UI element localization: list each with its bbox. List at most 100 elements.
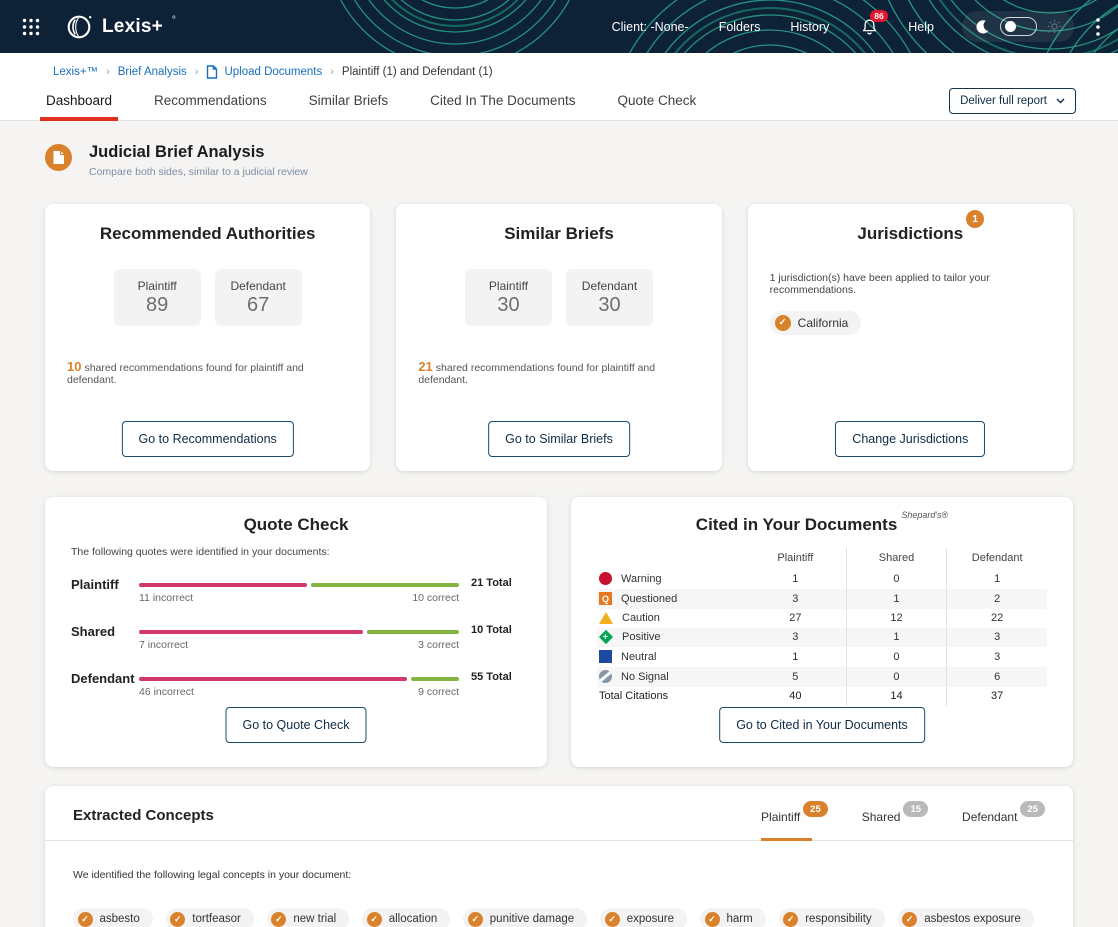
client-selector[interactable]: Client: -None- [612,20,689,34]
citations-value: 1 [745,569,846,589]
concepts-tab-count-badge: 25 [1020,801,1045,817]
document-icon [206,65,218,79]
cited-in-documents-card: Cited in Your Documents Shepard's® Plain… [571,497,1073,767]
quote-bar [139,630,459,634]
correct-count-label: 10 correct [412,592,459,604]
citations-row-no-signal: No Signal506 [597,667,1047,687]
incorrect-count-label: 11 incorrect [139,592,193,604]
citations-row-label: +Positive [597,628,745,647]
citations-row-label: Neutral [597,647,745,667]
concept-chip-asbestos-exposure[interactable]: ✓asbestos exposure [898,908,1034,927]
concepts-tab-defendant[interactable]: Defendant25 [962,792,1045,840]
breadcrumb-item-upload-documents[interactable]: Upload Documents [206,65,322,79]
tab-cited-in-the-documents[interactable]: Cited In The Documents [430,81,575,120]
citations-value: 1 [846,589,947,609]
check-icon: ✓ [170,912,185,927]
similar-briefs-card: Similar Briefs Plaintiff30Defendant30 21… [396,204,721,471]
deliver-full-report-button[interactable]: Deliver full report [949,88,1076,114]
concept-chip-label: allocation [389,913,438,925]
citations-value: 3 [946,628,1047,647]
breadcrumb-label: Lexis+™ [53,66,98,78]
concepts-tab-plaintiff[interactable]: Plaintiff25 [761,792,828,840]
folders-link[interactable]: Folders [719,20,761,34]
citations-row-label: No Signal [597,667,745,687]
concepts-tab-shared[interactable]: Shared15 [862,792,928,840]
notification-count-badge: 86 [870,10,887,23]
correct-count-label: 3 correct [418,639,459,651]
citations-header-defendant: Defendant [946,548,1047,569]
tab-dashboard[interactable]: Dashboard [46,81,112,120]
extracted-concepts-header: Extracted Concepts Plaintiff25Shared15De… [45,786,1073,841]
warning-icon [599,572,612,585]
concepts-tab-count-badge: 15 [903,801,928,817]
citations-value: 22 [946,609,1047,628]
theme-toggle[interactable] [1000,17,1037,36]
breadcrumb: Lexis+™›Brief Analysis›Upload Documents›… [0,53,1118,81]
citation-type-label: Caution [622,612,660,624]
breadcrumb-separator: › [106,66,110,78]
concept-chip-harm[interactable]: ✓harm [700,908,766,927]
concepts-tab-label: Plaintiff [761,810,800,824]
citations-row-questioned: QQuestioned312 [597,589,1047,609]
concepts-tab-label: Shared [862,810,901,824]
shared-text: shared recommendations found for plainti… [67,362,304,386]
tile-label: Plaintiff [114,279,201,293]
citation-type-label: Warning [621,573,662,585]
logo-text: Lexis+ [102,16,163,38]
history-link[interactable]: History [790,20,829,34]
citations-value: 27 [745,609,846,628]
go-to-quote-check-button[interactable]: Go to Quote Check [225,707,366,743]
concept-chip-new-trial[interactable]: ✓new trial [267,908,349,927]
judicial-brief-icon [45,144,72,171]
incorrect-bar-segment [139,677,407,681]
quote-row-shared: Shared7 incorrect3 correct10 Total [71,624,521,651]
sun-icon [1047,19,1062,34]
count-tile-defendant: Defendant67 [215,269,302,326]
breadcrumb-item-lexis[interactable]: Lexis+™ [53,66,98,78]
concept-chip-asbesto[interactable]: ✓asbesto [73,908,153,927]
tile-label: Defendant [566,279,653,293]
tab-recommendations[interactable]: Recommendations [154,81,267,120]
citations-total-value: 37 [946,687,1047,706]
card-title: Jurisdictions 1 [857,224,963,244]
check-icon: ✓ [271,912,286,927]
concepts-tab-label: Defendant [962,810,1017,824]
check-icon: ✓ [705,912,720,927]
more-options-kebab-icon[interactable] [1096,18,1100,36]
tab-bar-tabs: Dashboard Recommendations Similar Briefs Ci… [46,81,738,120]
citations-row-label: Caution [597,609,745,628]
go-to-cited-in-documents-button[interactable]: Go to Cited in Your Documents [719,707,925,743]
help-link[interactable]: Help [908,20,934,34]
theme-toggle-group [962,11,1074,42]
notifications-button[interactable]: 86 [861,18,878,36]
registered-mark-icon: ° [172,15,176,26]
tab-similar-briefs[interactable]: Similar Briefs [309,81,389,120]
go-to-recommendations-button[interactable]: Go to Recommendations [122,421,294,457]
concept-chip-punitive-damage[interactable]: ✓punitive damage [463,908,587,927]
citations-header-row: PlaintiffSharedDefendant [597,548,1047,569]
citations-header-plaintiff: Plaintiff [745,548,846,569]
app-grid-icon[interactable] [22,18,40,36]
jurisdictions-description: 1 jurisdiction(s) have been applied to t… [770,272,1051,296]
concept-chip-label: exposure [627,913,674,925]
breadcrumb-label: Plaintiff (1) and Defendant (1) [342,66,493,78]
concept-chip-responsibility[interactable]: ✓responsibility [779,908,885,927]
neutral-icon [599,650,612,663]
breadcrumb-item-brief-analysis[interactable]: Brief Analysis [118,66,187,78]
lexis-plus-logo[interactable]: Lexis+ ° [66,13,176,40]
concept-chip-exposure[interactable]: ✓exposure [600,908,687,927]
citations-value: 1 [946,569,1047,589]
concept-chip-label: tortfeasor [192,913,241,925]
change-jurisdictions-button[interactable]: Change Jurisdictions [835,421,985,457]
concept-chip-allocation[interactable]: ✓ allocation [362,908,450,927]
citations-value: 5 [745,667,846,687]
extracted-concepts-title: Extracted Concepts [73,786,214,840]
check-icon: ✓ [367,912,382,927]
citations-value: 0 [846,667,947,687]
tab-quote-check[interactable]: Quote Check [617,81,696,120]
concept-chips: ✓asbesto✓tortfeasor✓new trial✓allocation… [73,908,1045,927]
quote-bar-area: 7 incorrect3 correct [139,624,459,651]
concept-chip-tortfeasor[interactable]: ✓ tortfeasor [166,908,254,927]
go-to-similar-briefs-button[interactable]: Go to Similar Briefs [488,421,630,457]
jurisdiction-chip-california[interactable]: ✓California [770,311,862,335]
